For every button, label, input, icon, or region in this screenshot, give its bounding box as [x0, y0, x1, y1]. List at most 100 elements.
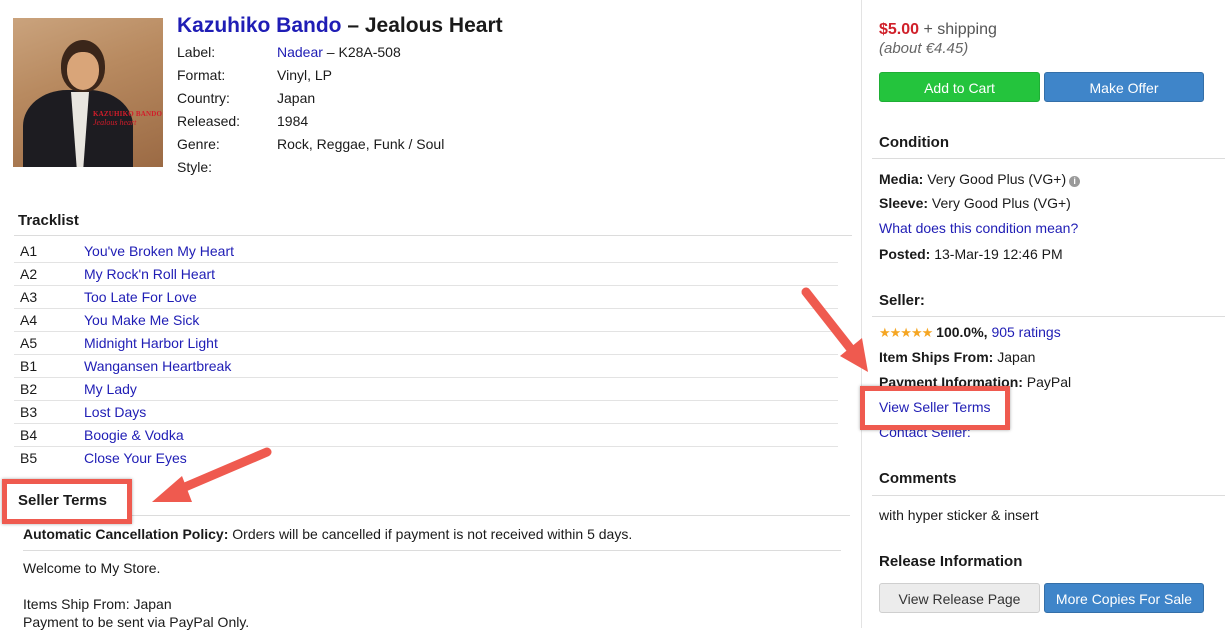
track-title-link[interactable]: My Rock'n Roll Heart — [84, 266, 215, 282]
track-position: A2 — [20, 266, 38, 282]
catalog-number: – K28A-508 — [322, 44, 401, 60]
track-title-link[interactable]: You Make Me Sick — [84, 312, 199, 328]
cover-artist-text: KAZUHIKO BANDO — [93, 110, 163, 118]
meta-value: 1984 — [277, 113, 309, 129]
tracklist-heading: Tracklist — [18, 212, 79, 229]
meta-key: Country: — [177, 90, 230, 106]
price-line: $5.00 + shipping — [879, 21, 997, 39]
shipping-note: + shipping — [919, 21, 997, 38]
release-name: Jealous Heart — [364, 14, 503, 37]
seller-rating: ★★★★★ 100.0%, 905 ratings — [879, 324, 1061, 341]
track-title-link[interactable]: Wangansen Heartbreak — [84, 358, 231, 374]
track-title-link[interactable]: Close Your Eyes — [84, 450, 187, 466]
sleeve-condition: Sleeve: Very Good Plus (VG+) — [879, 195, 1071, 211]
track-row: B1 Wangansen Heartbreak — [14, 355, 838, 378]
meta-key: Released: — [177, 113, 241, 129]
track-position: B1 — [20, 358, 38, 374]
meta-row-released: Released: 1984 — [177, 111, 444, 134]
terms-welcome: Welcome to My Store. — [23, 560, 161, 576]
policy-text: Orders will be cancelled if payment is n… — [228, 526, 633, 542]
view-release-page-button[interactable]: View Release Page — [879, 583, 1040, 613]
meta-row-genre: Genre: Rock, Reggae, Funk / Soul — [177, 134, 444, 157]
meta-value: Rock, Reggae, Funk / Soul — [277, 136, 445, 152]
meta-row-style: Style: — [177, 157, 444, 180]
more-copies-button[interactable]: More Copies For Sale — [1044, 583, 1204, 613]
track-row: A4 You Make Me Sick — [14, 309, 838, 332]
posted-date: Posted: 13-Mar-19 12:46 PM — [879, 246, 1063, 262]
condition-heading: Condition — [879, 134, 949, 151]
meta-key: Label: — [177, 44, 216, 60]
track-position: B2 — [20, 381, 38, 397]
rating-percent: 100.0%, — [936, 324, 988, 340]
meta-row-label: Label: Nadear – K28A-508 — [177, 42, 444, 65]
seller-terms-divider — [130, 515, 850, 516]
label-link[interactable]: Nadear — [277, 44, 323, 60]
track-position: A1 — [20, 243, 38, 259]
comments-divider — [872, 495, 1225, 496]
seller-heading: Seller: — [879, 292, 925, 309]
ships-label: Item Ships From: — [879, 349, 994, 365]
make-offer-button[interactable]: Make Offer — [1044, 72, 1204, 102]
track-row: B5 Close Your Eyes — [14, 447, 838, 469]
release-main-column: KAZUHIKO BANDO Jealous heart Kazuhiko Ba… — [0, 0, 860, 630]
sleeve-label: Sleeve: — [879, 195, 929, 211]
track-row: A2 My Rock'n Roll Heart — [14, 263, 838, 286]
track-row: A5 Midnight Harbor Light — [14, 332, 838, 355]
comment-text: with hyper sticker & insert — [879, 507, 1039, 523]
meta-value: Vinyl, LP — [277, 67, 332, 83]
track-title-link[interactable]: My Lady — [84, 381, 137, 397]
track-row: B4 Boogie & Vodka — [14, 424, 838, 447]
track-row: A3 Too Late For Love — [14, 286, 838, 309]
condition-help-link[interactable]: What does this condition mean? — [879, 220, 1078, 236]
seller-terms-highlight-box — [2, 479, 132, 524]
release-title: Kazuhiko Bando – Jealous Heart — [177, 14, 503, 38]
meta-key: Style: — [177, 159, 213, 175]
release-metadata: Label: Nadear – K28A-508 Format: Vinyl, LP… — [177, 42, 444, 180]
cover-figure-face — [67, 52, 99, 90]
comments-heading: Comments — [879, 470, 957, 487]
track-row: B2 My Lady — [14, 378, 838, 401]
info-icon[interactable]: i — [1069, 176, 1081, 187]
release-info-heading: Release Information — [879, 553, 1023, 570]
track-title-link[interactable]: Boogie & Vodka — [84, 427, 184, 443]
ratings-link[interactable]: 905 ratings — [991, 324, 1060, 340]
seller-divider — [872, 316, 1225, 317]
posted-value: 13-Mar-19 12:46 PM — [930, 246, 1063, 262]
meta-row-country: Country: Japan — [177, 88, 444, 111]
posted-label: Posted: — [879, 246, 931, 262]
track-position: A4 — [20, 312, 38, 328]
media-label: Media: — [879, 171, 924, 187]
cover-title-text: Jealous heart — [93, 118, 137, 127]
media-condition: Media: Very Good Plus (VG+) i — [879, 171, 1081, 187]
tracklist: A1 You've Broken My Heart A2 My Rock'n Rol… — [14, 240, 838, 469]
track-title-link[interactable]: Lost Days — [84, 404, 146, 420]
track-position: B4 — [20, 427, 38, 443]
payment-value: PayPal — [1022, 374, 1072, 390]
terms-ships-from: Items Ship From: Japan — [23, 596, 172, 612]
track-row: B3 Lost Days — [14, 401, 838, 424]
sleeve-value: Very Good Plus (VG+) — [928, 195, 1071, 211]
meta-row-format: Format: Vinyl, LP — [177, 65, 444, 88]
policy-divider — [23, 550, 841, 551]
policy-label: Automatic Cancellation Policy: — [23, 526, 229, 542]
ships-from: Item Ships From: Japan — [879, 349, 1035, 365]
rating-stars-icon: ★★★★★ — [879, 325, 933, 340]
track-position: B3 — [20, 404, 38, 420]
track-title-link[interactable]: Too Late For Love — [84, 289, 197, 305]
view-seller-terms-highlight-box — [860, 386, 1010, 430]
tracklist-divider — [14, 235, 852, 236]
condition-divider — [872, 158, 1225, 159]
meta-key: Format: — [177, 67, 226, 83]
track-title-link[interactable]: You've Broken My Heart — [84, 243, 234, 259]
price-amount: $5.00 — [879, 21, 920, 38]
add-to-cart-button[interactable]: Add to Cart — [879, 72, 1040, 102]
ships-value: Japan — [993, 349, 1036, 365]
meta-value: Japan — [277, 90, 316, 106]
purchase-sidebar: $5.00 + shipping (about €4.45) Add to Ca… — [862, 0, 1225, 628]
track-position: A3 — [20, 289, 38, 305]
cancellation-policy: Automatic Cancellation Policy: Orders wi… — [23, 526, 632, 542]
album-cover-image[interactable]: KAZUHIKO BANDO Jealous heart — [13, 18, 163, 167]
track-title-link[interactable]: Midnight Harbor Light — [84, 335, 218, 351]
track-position: B5 — [20, 450, 38, 466]
artist-link[interactable]: Kazuhiko Bando — [177, 14, 342, 37]
